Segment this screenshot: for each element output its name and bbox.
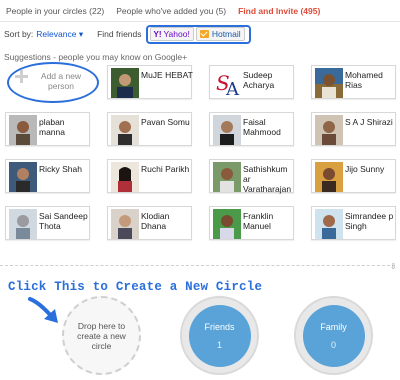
person-card[interactable]: Klodian Dhana	[107, 206, 192, 240]
avatar	[315, 162, 343, 192]
person-card[interactable]: S A J Shirazi	[311, 112, 396, 146]
section-divider	[0, 265, 395, 266]
circle-disc: Family 0	[302, 304, 365, 367]
hotmail-button[interactable]: Hotmail	[195, 27, 245, 41]
person-card[interactable]: Faisal Mahmood	[209, 112, 294, 146]
circle-family[interactable]: Family 0	[294, 296, 373, 375]
add-new-person-label: Add a new person	[40, 71, 82, 91]
person-card[interactable]: Ricky Shah	[5, 159, 90, 193]
suggestions-heading: Suggestions - people you may know on Goo…	[4, 52, 188, 62]
circle-count: 0	[330, 339, 336, 350]
person-card[interactable]: SA Sudeep Acharya	[209, 65, 294, 99]
avatar	[111, 209, 139, 239]
avatar	[213, 162, 241, 192]
person-card[interactable]: Sathishkum ar Varatharajan	[209, 159, 294, 194]
circle-friends[interactable]: Friends 1	[180, 296, 259, 375]
avatar	[315, 209, 343, 239]
person-card[interactable]: Ruchi Parikh	[107, 159, 192, 193]
find-friends-label: Find friends	[97, 29, 142, 39]
circle-name: Family	[320, 321, 347, 332]
avatar	[9, 115, 37, 145]
plus-icon	[15, 70, 28, 83]
person-name: Jijo Sunny	[345, 164, 385, 174]
scroll-down-icon[interactable]: ⇩	[390, 262, 397, 271]
yahoo-button[interactable]: Y! Yahoo!	[149, 27, 194, 41]
avatar	[111, 115, 139, 145]
avatar	[213, 115, 241, 145]
yahoo-label: Yahoo!	[163, 29, 190, 39]
yahoo-icon: Y!	[153, 29, 162, 39]
person-card[interactable]: Jijo Sunny	[311, 159, 396, 193]
toolbar: Sort by: Relevance ▾ Find friends Y! Yah…	[0, 22, 400, 46]
avatar	[111, 162, 139, 192]
circle-tabs: People in your circles (22) People who'v…	[0, 0, 400, 22]
new-circle-drop-zone[interactable]: Drop here to create a new circle	[62, 296, 141, 375]
drop-zone-label: Drop here to create a new circle	[77, 320, 126, 351]
avatar	[9, 209, 37, 239]
person-name: Sai Sandeep Thota	[39, 211, 88, 231]
person-name: Sudeep Acharya	[243, 70, 275, 90]
person-name: plaban manna	[39, 117, 65, 137]
person-card[interactable]: plaban manna	[5, 112, 90, 146]
avatar	[9, 162, 37, 192]
person-card[interactable]: Sai Sandeep Thota	[5, 206, 90, 240]
avatar	[315, 68, 343, 98]
person-name: MuJE HEBAT	[141, 70, 193, 80]
sort-dropdown[interactable]: Relevance ▾	[36, 29, 83, 40]
person-name: Mohamed Rias	[345, 70, 383, 90]
svg-text:A: A	[225, 79, 240, 98]
person-card[interactable]: MuJE HEBAT	[107, 65, 193, 99]
avatar: SA	[213, 68, 241, 98]
person-card[interactable]: Mohamed Rias	[311, 65, 396, 99]
person-name: Simrandee p Singh	[345, 211, 394, 231]
circle-name: Friends	[204, 321, 235, 332]
person-card[interactable]: Simrandee p Singh	[311, 206, 396, 240]
person-card[interactable]: Pavan Somu	[107, 112, 192, 146]
hotmail-icon	[199, 30, 209, 38]
person-card[interactable]: Franklin Manuel	[209, 206, 294, 240]
tab-added-you[interactable]: People who've added you (5)	[110, 0, 232, 22]
find-friends-providers: Y! Yahoo! Hotmail	[145, 24, 251, 44]
person-name: S A J Shirazi	[345, 117, 393, 127]
avatar	[213, 209, 241, 239]
person-name: Sathishkum ar Varatharajan	[243, 164, 292, 194]
circle-disc: Friends 1	[188, 304, 251, 367]
person-name: Ricky Shah	[39, 164, 82, 174]
circle-count: 1	[216, 339, 222, 350]
annotation-callout: Click This to Create a New Circle	[8, 280, 263, 294]
avatar	[111, 68, 139, 98]
person-name: Faisal Mahmood	[243, 117, 281, 137]
tab-find-invite[interactable]: Find and Invite (495)	[232, 0, 326, 22]
sort-label: Sort by:	[4, 29, 34, 39]
tab-in-circles[interactable]: People in your circles (22)	[0, 0, 110, 22]
person-name: Ruchi Parikh	[141, 164, 190, 174]
add-new-person-card[interactable]: Add a new person	[7, 62, 99, 103]
avatar	[315, 115, 343, 145]
person-name: Pavan Somu	[141, 117, 190, 127]
annotation-arrow-icon	[28, 297, 58, 323]
hotmail-label: Hotmail	[211, 29, 241, 39]
person-name: Klodian Dhana	[141, 211, 170, 231]
person-name: Franklin Manuel	[243, 211, 274, 231]
